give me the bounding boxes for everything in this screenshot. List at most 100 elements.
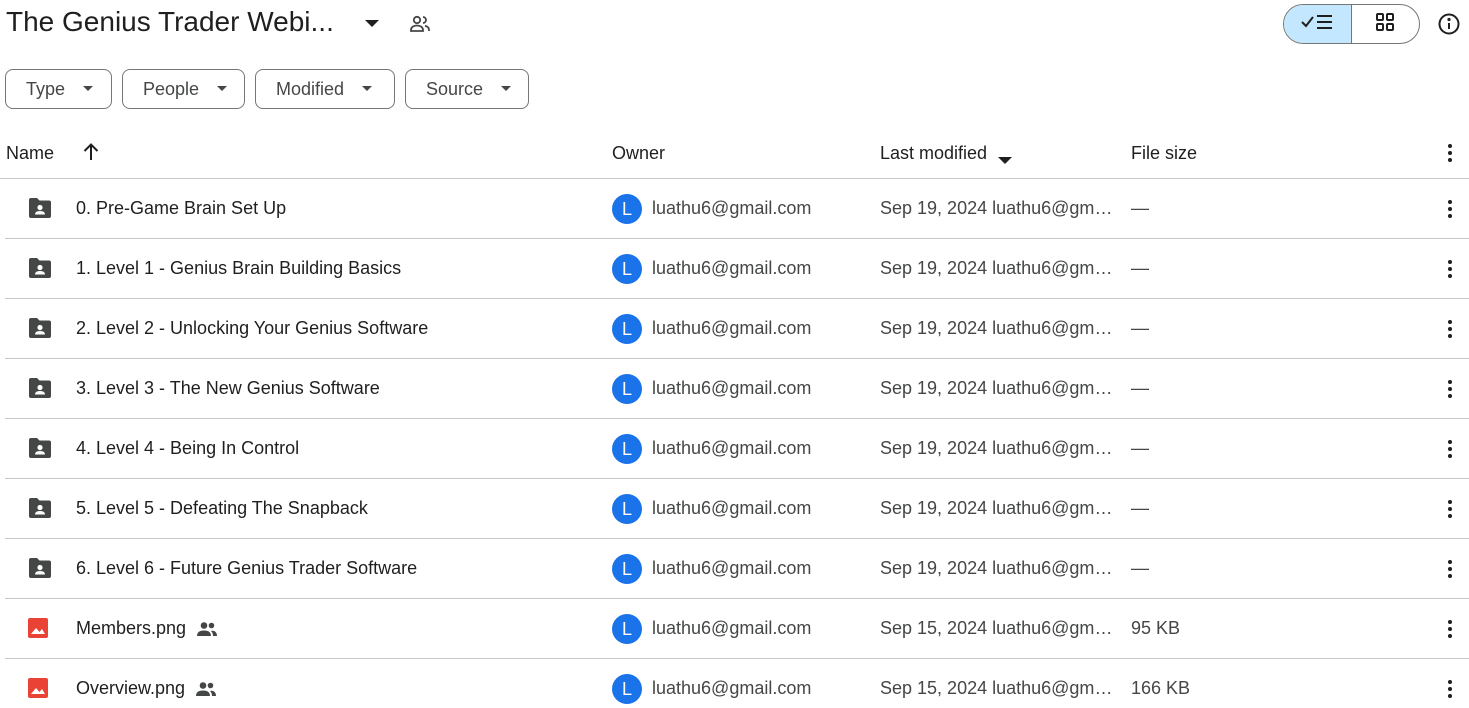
table-row[interactable]: 2. Level 2 - Unlocking Your Genius Softw… — [5, 299, 1469, 359]
image-file-icon — [27, 617, 53, 641]
more-vert-icon[interactable] — [1440, 258, 1460, 280]
arrow-drop-down-icon[interactable] — [362, 14, 382, 34]
table-row[interactable]: 1. Level 1 - Genius Brain Building Basic… — [5, 239, 1469, 299]
file-name[interactable]: 0. Pre-Game Brain Set Up — [76, 198, 286, 219]
more-vert-icon[interactable] — [1440, 618, 1460, 640]
arrow-drop-down-icon — [217, 84, 228, 94]
shared-folder-icon — [27, 377, 53, 401]
owner-avatar: L — [612, 254, 642, 284]
file-list: 0. Pre-Game Brain Set Up Lluathu6@gmail.c… — [5, 179, 1469, 708]
filter-modified-chip[interactable]: Modified — [255, 69, 395, 109]
owner-avatar: L — [612, 494, 642, 524]
filter-source-chip[interactable]: Source — [405, 69, 529, 109]
shared-people-icon — [196, 620, 218, 638]
owner-email: luathu6@gmail.com — [652, 318, 812, 338]
file-name[interactable]: 3. Level 3 - The New Genius Software — [76, 378, 380, 399]
file-size: — — [1131, 258, 1149, 278]
shared-folder-icon — [27, 497, 53, 521]
shared-folder-icon — [27, 317, 53, 341]
arrow-upward-icon[interactable] — [80, 141, 102, 163]
file-name[interactable]: 6. Level 6 - Future Genius Trader Softwa… — [76, 558, 417, 579]
file-name[interactable]: 1. Level 1 - Genius Brain Building Basic… — [76, 258, 401, 279]
last-modified: Sep 19, 2024 luathu6@gmail.com — [880, 318, 1118, 338]
shared-folder-icon — [27, 437, 53, 461]
last-modified: Sep 19, 2024 luathu6@gmail.com — [880, 498, 1118, 518]
shared-folder-icon — [27, 557, 53, 581]
owner-email: luathu6@gmail.com — [652, 618, 812, 638]
image-file-icon — [27, 677, 53, 701]
folder-title[interactable]: The Genius Trader Webi... — [6, 6, 334, 38]
last-modified: Sep 15, 2024 luathu6@gmail.com — [880, 618, 1118, 638]
file-size: — — [1131, 198, 1149, 218]
more-vert-icon[interactable] — [1440, 318, 1460, 340]
column-last-modified-header[interactable]: Last modified — [880, 143, 987, 164]
table-row[interactable]: 4. Level 4 - Being In Control Lluathu6@gm… — [5, 419, 1469, 479]
owner-avatar: L — [612, 554, 642, 584]
file-name-group: Overview.png — [76, 678, 217, 699]
view-toggle — [1283, 4, 1420, 44]
grid-view-icon — [1375, 12, 1395, 37]
arrow-drop-down-icon — [501, 84, 512, 94]
table-row[interactable]: 3. Level 3 - The New Genius Software Llua… — [5, 359, 1469, 419]
table-row[interactable]: Members.png Lluathu6@gmail.com Sep 15, 202… — [5, 599, 1469, 659]
more-vert-icon[interactable] — [1440, 142, 1460, 164]
filter-people-chip[interactable]: People — [122, 69, 245, 109]
shared-people-icon — [195, 680, 217, 698]
last-modified: Sep 15, 2024 luathu6@gmail.com — [880, 678, 1118, 698]
last-modified: Sep 19, 2024 luathu6@gmail.com — [880, 378, 1118, 398]
more-vert-icon[interactable] — [1440, 198, 1460, 220]
file-name[interactable]: Members.png — [76, 618, 186, 639]
file-size: 95 KB — [1131, 618, 1181, 638]
owner-email: luathu6@gmail.com — [652, 438, 812, 458]
owner-email: luathu6@gmail.com — [652, 498, 812, 518]
arrow-drop-down-icon — [362, 84, 373, 94]
file-size: — — [1131, 558, 1149, 578]
check-list-view-icon — [1300, 12, 1334, 37]
filter-type-chip[interactable]: Type — [5, 69, 112, 109]
column-name-header[interactable]: Name — [6, 143, 54, 164]
file-name[interactable]: 4. Level 4 - Being In Control — [76, 438, 299, 459]
arrow-drop-down-icon[interactable] — [998, 149, 1012, 164]
file-name[interactable]: 2. Level 2 - Unlocking Your Genius Softw… — [76, 318, 428, 339]
table-row[interactable]: 5. Level 5 - Defeating The Snapback Lluat… — [5, 479, 1469, 539]
owner-email: luathu6@gmail.com — [652, 558, 812, 578]
file-size: — — [1131, 378, 1149, 398]
filter-people-label: People — [143, 78, 200, 99]
file-name[interactable]: Overview.png — [76, 678, 185, 699]
list-view-button[interactable] — [1284, 5, 1352, 43]
more-vert-icon[interactable] — [1440, 558, 1460, 580]
table-row[interactable]: 6. Level 6 - Future Genius Trader Softwa… — [5, 539, 1469, 599]
arrow-drop-down-icon — [83, 84, 94, 94]
header: The Genius Trader Webi... — [0, 0, 1469, 50]
filter-chips: Type People Modified Source — [5, 69, 529, 109]
owner-email: luathu6@gmail.com — [652, 198, 812, 218]
table-header: Name Owner Last modified File size — [0, 127, 1469, 179]
filter-type-label: Type — [26, 78, 66, 99]
shared-folder-icon — [27, 257, 53, 281]
file-size: — — [1131, 498, 1149, 518]
owner-avatar: L — [612, 374, 642, 404]
more-vert-icon[interactable] — [1440, 678, 1460, 700]
table-row[interactable]: 0. Pre-Game Brain Set Up Lluathu6@gmail.c… — [5, 179, 1469, 239]
last-modified: Sep 19, 2024 luathu6@gmail.com — [880, 258, 1118, 278]
last-modified: Sep 19, 2024 luathu6@gmail.com — [880, 558, 1118, 578]
file-name[interactable]: 5. Level 5 - Defeating The Snapback — [76, 498, 368, 519]
filter-source-label: Source — [426, 78, 484, 99]
people-outline-icon[interactable] — [408, 12, 432, 36]
column-file-size-header: File size — [1131, 143, 1198, 163]
shared-folder-icon — [27, 197, 53, 221]
owner-email: luathu6@gmail.com — [652, 258, 812, 278]
last-modified: Sep 19, 2024 luathu6@gmail.com — [880, 438, 1118, 458]
column-owner-header: Owner — [612, 143, 666, 163]
table-row[interactable]: Overview.png Lluathu6@gmail.com Sep 15, 20… — [5, 659, 1469, 708]
more-vert-icon[interactable] — [1440, 498, 1460, 520]
owner-avatar: L — [612, 614, 642, 644]
owner-email: luathu6@gmail.com — [652, 678, 812, 698]
info-icon[interactable] — [1437, 12, 1461, 36]
file-size: — — [1131, 438, 1149, 458]
grid-view-button[interactable] — [1352, 5, 1420, 43]
more-vert-icon[interactable] — [1440, 438, 1460, 460]
file-name-group: Members.png — [76, 618, 218, 639]
owner-avatar: L — [612, 314, 642, 344]
more-vert-icon[interactable] — [1440, 378, 1460, 400]
